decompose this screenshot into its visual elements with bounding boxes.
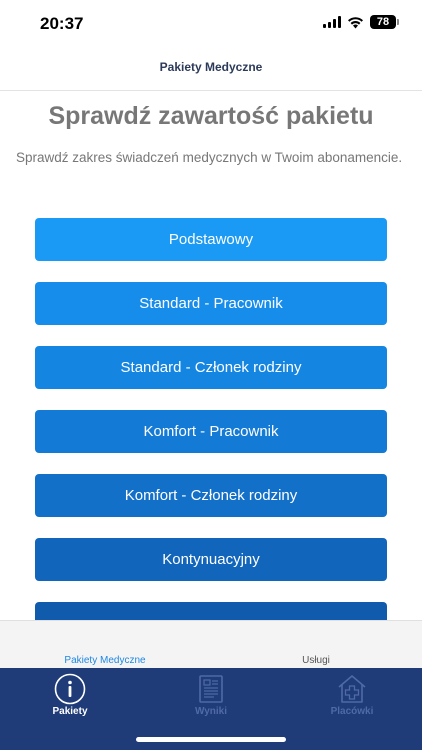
- tab-placowki[interactable]: Placówki: [282, 672, 422, 717]
- clinic-icon: [338, 675, 366, 703]
- package-button-komfort-czlonek-rodziny[interactable]: Komfort - Członek rodziny: [35, 474, 387, 517]
- nav-title: Pakiety Medyczne: [159, 60, 263, 74]
- segment-bar: Pakiety Medyczne Usługi: [0, 620, 422, 668]
- wifi-icon: [348, 16, 363, 28]
- segment-uslugi[interactable]: Usługi: [210, 655, 422, 666]
- package-button-standard-czlonek-rodziny[interactable]: Standard - Członek rodziny: [35, 346, 387, 389]
- status-icons: 78: [323, 15, 399, 29]
- content-area[interactable]: Sprawdź zawartość pakietu Sprawdź zakres…: [0, 92, 422, 620]
- package-list: Podstawowy Standard - Pracownik Standard…: [35, 218, 387, 620]
- tab-label-placowki: Placówki: [330, 706, 374, 717]
- battery-icon: 78: [370, 15, 399, 29]
- package-button-podstawowy[interactable]: Podstawowy: [35, 218, 387, 261]
- signal-icon: [323, 16, 341, 28]
- document-icon: [199, 675, 223, 703]
- package-button-komfort-pracownik[interactable]: Komfort - Pracownik: [35, 410, 387, 453]
- page-title: Sprawdź zawartość pakietu: [48, 102, 374, 130]
- tab-pakiety[interactable]: Pakiety: [0, 672, 140, 717]
- page-subtitle: Sprawdź zakres świadczeń medycznych w Tw…: [16, 150, 403, 165]
- package-button-kontynuacyjny[interactable]: Kontynuacyjny: [35, 538, 387, 581]
- tab-label-pakiety: Pakiety: [52, 706, 88, 717]
- package-button-standard-pracownik[interactable]: Standard - Pracownik: [35, 282, 387, 325]
- tab-label-wyniki: Wyniki: [194, 706, 228, 717]
- segment-pakiety-medyczne[interactable]: Pakiety Medyczne: [0, 655, 210, 666]
- nav-bar: Pakiety Medyczne: [0, 48, 422, 91]
- info-icon: [54, 673, 86, 705]
- status-time: 20:37: [40, 14, 84, 33]
- tab-wyniki[interactable]: Wyniki: [141, 672, 281, 717]
- package-button-partial[interactable]: [35, 602, 387, 620]
- home-indicator: [136, 737, 286, 742]
- status-bar: 20:37 78: [0, 0, 422, 48]
